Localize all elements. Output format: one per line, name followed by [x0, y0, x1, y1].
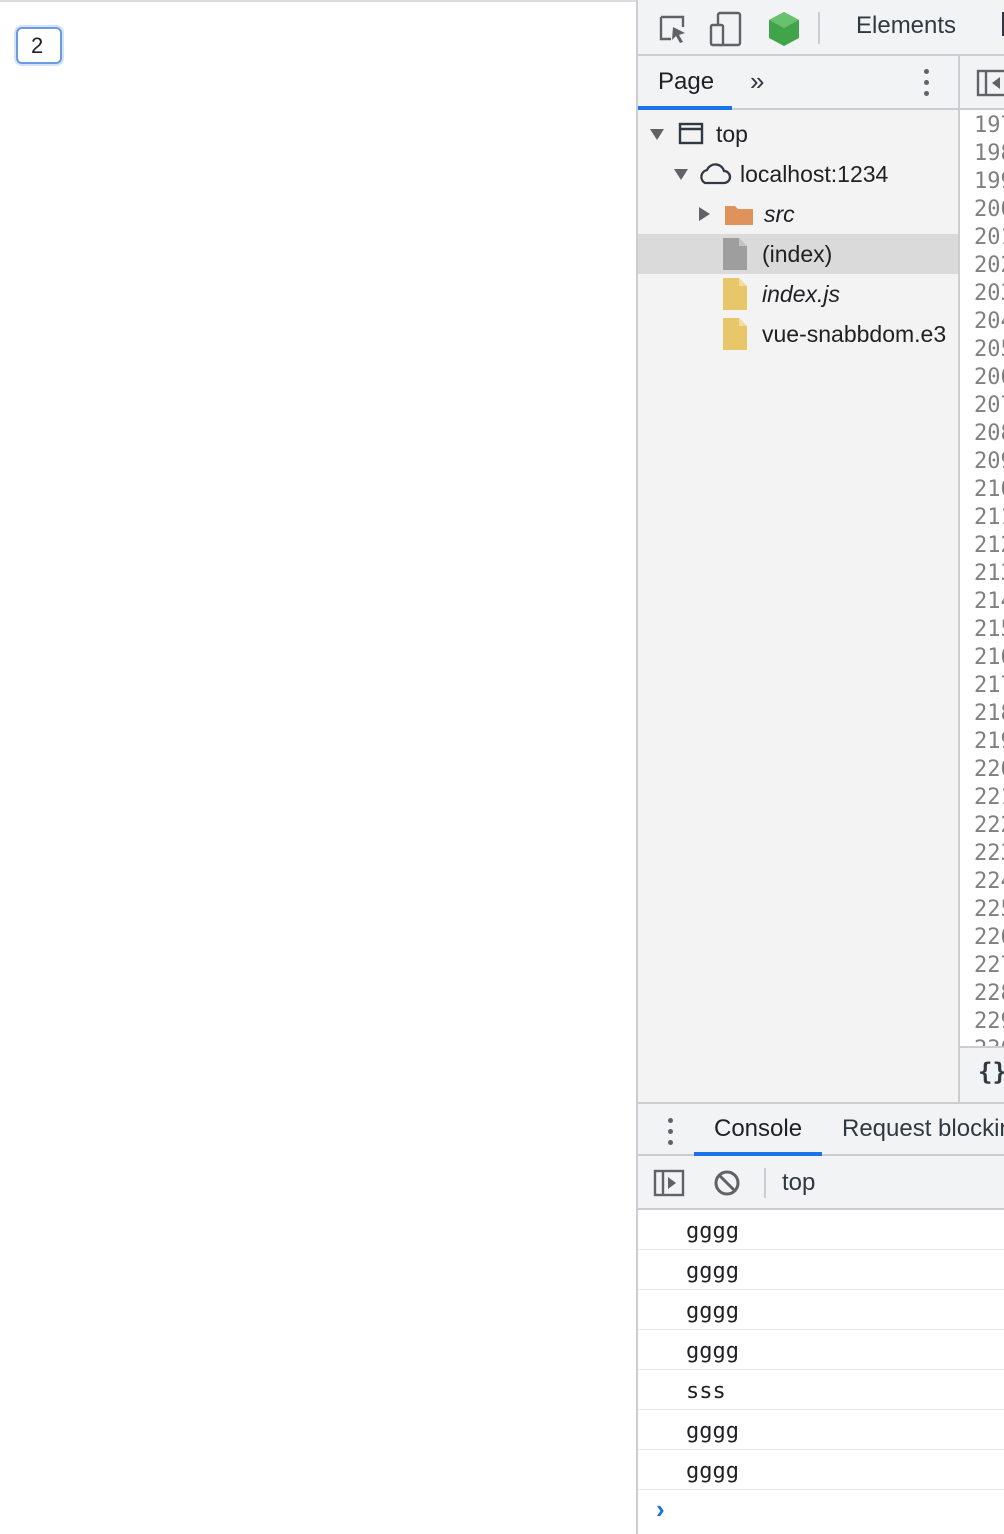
line-number[interactable]: 224 [960, 868, 1004, 896]
console-message: gggg [638, 1410, 1004, 1450]
sources-navigator: Page » top localhost:1234 src (index) in… [638, 56, 960, 1102]
line-number[interactable]: 223 [960, 840, 1004, 868]
line-number[interactable]: 228 [960, 980, 1004, 1008]
tab-elements[interactable]: Elements [856, 12, 956, 40]
line-number[interactable]: 221 [960, 784, 1004, 812]
tree-item-localhost[interactable]: localhost:1234 [638, 154, 958, 194]
expand-arrow-icon[interactable] [650, 128, 664, 140]
inspect-element-icon[interactable] [656, 12, 690, 46]
tree-item-vue-snabbdom[interactable]: vue-snabbdom.e3 [638, 314, 958, 354]
drawer-tab-bar: Console Request blocking [638, 1102, 1004, 1156]
vue-devtools-icon[interactable] [766, 10, 802, 48]
console-message: gggg [638, 1330, 1004, 1370]
tab-page[interactable]: Page [658, 68, 714, 96]
navigator-menu-icon[interactable] [924, 69, 930, 99]
file-icon [722, 237, 748, 271]
frame-icon [678, 122, 704, 146]
cloud-icon [696, 162, 732, 186]
tree-item-label: localhost:1234 [740, 160, 889, 187]
tree-item-label: top [716, 120, 748, 147]
line-number[interactable]: 215 [960, 616, 1004, 644]
more-tabs-icon[interactable]: » [750, 66, 764, 97]
line-number[interactable]: 212 [960, 532, 1004, 560]
line-number[interactable]: 198 [960, 140, 1004, 168]
line-number-gutter: 1971981992002012022032042052062072082092… [960, 112, 1004, 1046]
line-number[interactable]: 222 [960, 812, 1004, 840]
line-number[interactable]: 202 [960, 252, 1004, 280]
pretty-print-button[interactable]: {} [978, 1058, 1004, 1086]
console-messages: gggg gggg gggg gggg sss gggg gggg [638, 1210, 1004, 1490]
line-number[interactable]: 230 [960, 1036, 1004, 1046]
tree-item-src-folder[interactable]: src [638, 194, 958, 234]
execution-context-selector[interactable]: top [782, 1169, 815, 1197]
toolbar-divider [764, 1168, 766, 1198]
page-number-input[interactable] [16, 27, 62, 64]
line-number[interactable]: 225 [960, 896, 1004, 924]
tree-item-label: vue-snabbdom.e3 [762, 320, 947, 347]
line-number[interactable]: 227 [960, 952, 1004, 980]
tree-item-label: index.js [762, 280, 840, 307]
toggle-navigator-icon[interactable] [976, 68, 1004, 98]
tree-item-label: (index) [762, 240, 833, 267]
tab-console[interactable]: Console [714, 1115, 802, 1143]
line-number[interactable]: 197 [960, 112, 1004, 140]
device-toolbar-icon[interactable] [708, 10, 744, 48]
line-number[interactable]: 210 [960, 476, 1004, 504]
line-number[interactable]: 200 [960, 196, 1004, 224]
line-number[interactable]: 217 [960, 672, 1004, 700]
line-number[interactable]: 201 [960, 224, 1004, 252]
expand-arrow-icon[interactable] [674, 168, 688, 180]
line-number[interactable]: 206 [960, 364, 1004, 392]
line-number[interactable]: 211 [960, 504, 1004, 532]
console-message: gggg [638, 1210, 1004, 1250]
tree-item-index-js[interactable]: index.js [638, 274, 958, 314]
line-number[interactable]: 219 [960, 728, 1004, 756]
line-number[interactable]: 220 [960, 756, 1004, 784]
console-toolbar: top [638, 1156, 1004, 1210]
line-number[interactable]: 199 [960, 168, 1004, 196]
prompt-chevron-icon: › [656, 1494, 665, 1524]
page-viewport [0, 0, 636, 1534]
clear-console-icon[interactable] [712, 1168, 742, 1198]
line-number[interactable]: 213 [960, 560, 1004, 588]
line-number[interactable]: 226 [960, 924, 1004, 952]
line-number[interactable]: 208 [960, 420, 1004, 448]
tab-request-blocking[interactable]: Request blocking [842, 1115, 1004, 1143]
line-number[interactable]: 205 [960, 336, 1004, 364]
line-number[interactable]: 204 [960, 308, 1004, 336]
tree-item-top[interactable]: top [638, 114, 958, 154]
editor-status-bar: {} [960, 1046, 1004, 1102]
tree-item-index[interactable]: (index) [638, 234, 958, 274]
line-number[interactable]: 218 [960, 700, 1004, 728]
line-number[interactable]: 229 [960, 1008, 1004, 1036]
devtools-main-toolbar: Elements [638, 0, 1004, 56]
line-number[interactable]: 207 [960, 392, 1004, 420]
drawer-menu-icon[interactable] [668, 1118, 673, 1151]
console-message: gggg [638, 1290, 1004, 1330]
console-drawer: Console Request blocking top gggg gggg g… [638, 1102, 1004, 1534]
devtools-panel: Elements Page » top localhost:1234 src (… [636, 0, 1004, 1534]
active-tab-indicator [638, 106, 732, 110]
source-editor: 1971981992002012022032042052062072082092… [960, 56, 1004, 1102]
collapse-arrow-icon[interactable] [699, 207, 710, 221]
folder-icon [724, 202, 754, 226]
tree-item-label: src [764, 200, 795, 227]
console-message: gggg [638, 1450, 1004, 1490]
console-message: gggg [638, 1250, 1004, 1290]
console-message: sss [638, 1370, 1004, 1410]
console-prompt[interactable]: › [638, 1490, 1004, 1534]
editor-toolbar [960, 56, 1004, 110]
line-number[interactable]: 209 [960, 448, 1004, 476]
line-number[interactable]: 203 [960, 280, 1004, 308]
line-number[interactable]: 214 [960, 588, 1004, 616]
navigator-header: Page » [638, 56, 958, 110]
file-icon [722, 317, 748, 351]
line-number[interactable]: 216 [960, 644, 1004, 672]
file-tree: top localhost:1234 src (index) index.js … [638, 114, 958, 354]
show-console-sidebar-icon[interactable] [652, 1168, 686, 1198]
file-icon [722, 277, 748, 311]
